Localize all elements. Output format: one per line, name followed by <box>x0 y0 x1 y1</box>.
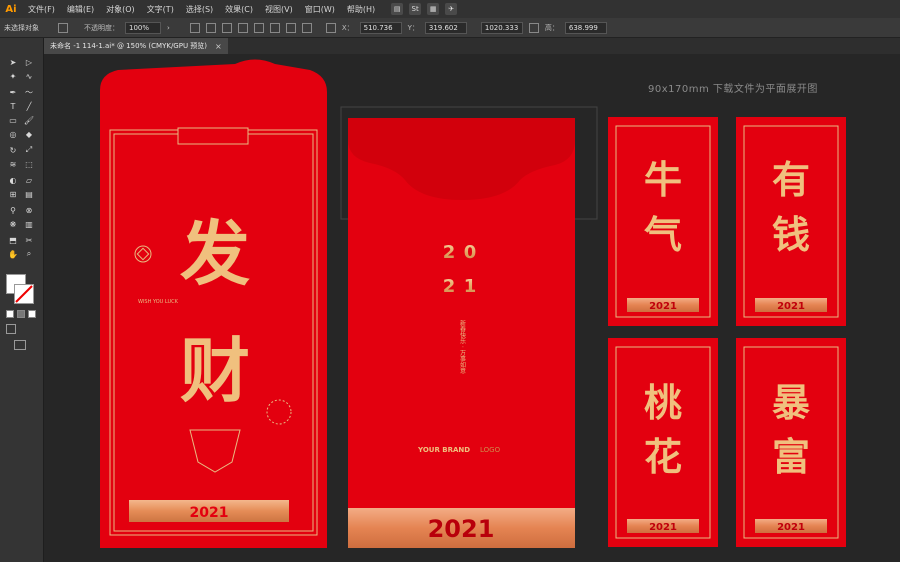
x-label: X： <box>341 23 354 32</box>
menu-select[interactable]: 选择(S) <box>180 4 219 15</box>
align-bottom-icon[interactable] <box>301 22 312 33</box>
menu-type[interactable]: 文字(T) <box>141 4 180 15</box>
width-tool-icon[interactable]: ≋ <box>6 158 20 170</box>
spec-note: 90x170mm 下载文件为平面展开图 <box>648 84 818 95</box>
link-proportions-icon[interactable] <box>528 22 539 33</box>
tab-bar: 未命名 -1 114-1.ai* @ 150% (CMYK/GPU 预览) × <box>44 38 900 54</box>
scale-tool-icon[interactable]: ⤢ <box>22 144 36 156</box>
direct-selection-tool-icon[interactable]: ▷ <box>22 56 36 68</box>
x-field[interactable]: 510.736 <box>359 21 402 34</box>
y-label: Y： <box>407 23 419 32</box>
gradient-mode-icon[interactable] <box>17 310 25 318</box>
gpu-performance-icon[interactable]: ✈ <box>445 3 458 15</box>
line-tool-icon[interactable]: ╱ <box>22 100 36 112</box>
stroke-color-icon[interactable] <box>58 22 68 33</box>
selection-status: 未选择对象 <box>4 23 39 32</box>
type-tool-icon[interactable]: T <box>6 100 20 112</box>
y-field[interactable]: 319.602 <box>424 21 467 34</box>
none-mode-icon[interactable] <box>28 310 36 318</box>
menu-help[interactable]: 帮助(H) <box>341 4 381 15</box>
artboard-canvas[interactable] <box>44 54 900 562</box>
app-logo: Ai <box>5 3 17 15</box>
lasso-tool-icon[interactable]: ∿ <box>22 70 36 82</box>
stroke-swatch[interactable] <box>14 284 34 304</box>
arrange-documents-icon[interactable]: ▦ <box>427 3 440 15</box>
height-label: 高： <box>544 23 559 32</box>
menu-effect[interactable]: 效果(C) <box>219 4 259 15</box>
bridge-icon[interactable]: ▤ <box>391 3 404 15</box>
shaper-tool-icon[interactable]: ◎ <box>6 128 20 140</box>
align-right-icon[interactable] <box>253 22 264 33</box>
paintbrush-tool-icon[interactable]: 🖌 <box>22 114 36 126</box>
shape-builder-tool-icon[interactable]: ◐ <box>6 174 20 186</box>
slice-tool-icon[interactable]: ✂ <box>22 234 36 246</box>
rotate-tool-icon[interactable]: ↻ <box>6 144 20 156</box>
reference-point-icon[interactable] <box>325 22 336 33</box>
menu-edit[interactable]: 编辑(E) <box>61 4 100 15</box>
column-graph-tool-icon[interactable]: ▥ <box>22 218 36 230</box>
blend-tool-icon[interactable]: ⊗ <box>22 204 36 216</box>
width-field[interactable]: 1020.333 <box>480 21 523 34</box>
menu-object[interactable]: 对象(O) <box>100 4 141 15</box>
close-icon[interactable]: × <box>215 42 222 51</box>
align-center-icon[interactable] <box>237 22 248 33</box>
zoom-tool-icon[interactable]: ⌕ <box>22 248 36 260</box>
align-top-icon[interactable] <box>269 22 280 33</box>
align-middle-icon[interactable] <box>285 22 296 33</box>
draw-mode-icon[interactable] <box>6 324 16 334</box>
chevron-right-icon[interactable]: › <box>167 24 170 32</box>
opacity-label: 不透明度： <box>84 23 119 32</box>
screen-mode-icon[interactable] <box>14 340 26 350</box>
opacity-field[interactable]: 100% <box>125 21 161 34</box>
menu-view[interactable]: 视图(V) <box>259 4 299 15</box>
align-to-icon[interactable] <box>205 22 216 33</box>
selection-tool-icon[interactable]: ➤ <box>6 56 20 68</box>
eyedropper-tool-icon[interactable]: ⚲ <box>6 204 20 216</box>
stock-icon[interactable]: St <box>409 3 422 15</box>
document-tab-title: 未命名 -1 114-1.ai* @ 150% (CMYK/GPU 预览) <box>50 42 208 50</box>
color-mode-icon[interactable] <box>6 310 14 318</box>
document-tab[interactable]: 未命名 -1 114-1.ai* @ 150% (CMYK/GPU 预览) × <box>44 38 228 54</box>
eraser-tool-icon[interactable]: ◆ <box>22 128 36 140</box>
align-left-icon[interactable] <box>221 22 232 33</box>
artboard-tool-icon[interactable]: ⬒ <box>6 234 20 246</box>
control-bar: 未选择对象 不透明度： 100% › X： 510.736 Y： 319.602… <box>0 18 900 38</box>
recolor-icon[interactable] <box>189 22 200 33</box>
symbol-sprayer-tool-icon[interactable]: ❋ <box>6 218 20 230</box>
perspective-tool-icon[interactable]: ▱ <box>22 174 36 186</box>
rectangle-tool-icon[interactable]: ▭ <box>6 114 20 126</box>
mesh-tool-icon[interactable]: ⊞ <box>6 188 20 200</box>
height-field[interactable]: 638.999 <box>564 21 607 34</box>
gradient-tool-icon[interactable]: ▤ <box>22 188 36 200</box>
pen-tool-icon[interactable]: ✒ <box>6 86 20 98</box>
none-stroke-icon <box>15 285 33 303</box>
curvature-tool-icon[interactable]: 〜 <box>22 86 36 98</box>
menu-bar: Ai 文件(F) 编辑(E) 对象(O) 文字(T) 选择(S) 效果(C) 视… <box>0 0 900 18</box>
free-transform-tool-icon[interactable]: ⬚ <box>22 158 36 170</box>
tools-panel: ➤ ▷ ✦ ∿ ✒ 〜 T ╱ ▭ 🖌 ◎ ◆ ↻ ⤢ ≋ ⬚ ◐ ▱ ⊞ ▤ … <box>0 38 44 562</box>
hand-tool-icon[interactable]: ✋ <box>6 248 20 260</box>
menu-file[interactable]: 文件(F) <box>22 4 61 15</box>
magic-wand-tool-icon[interactable]: ✦ <box>6 70 20 82</box>
menu-window[interactable]: 窗口(W) <box>299 4 341 15</box>
